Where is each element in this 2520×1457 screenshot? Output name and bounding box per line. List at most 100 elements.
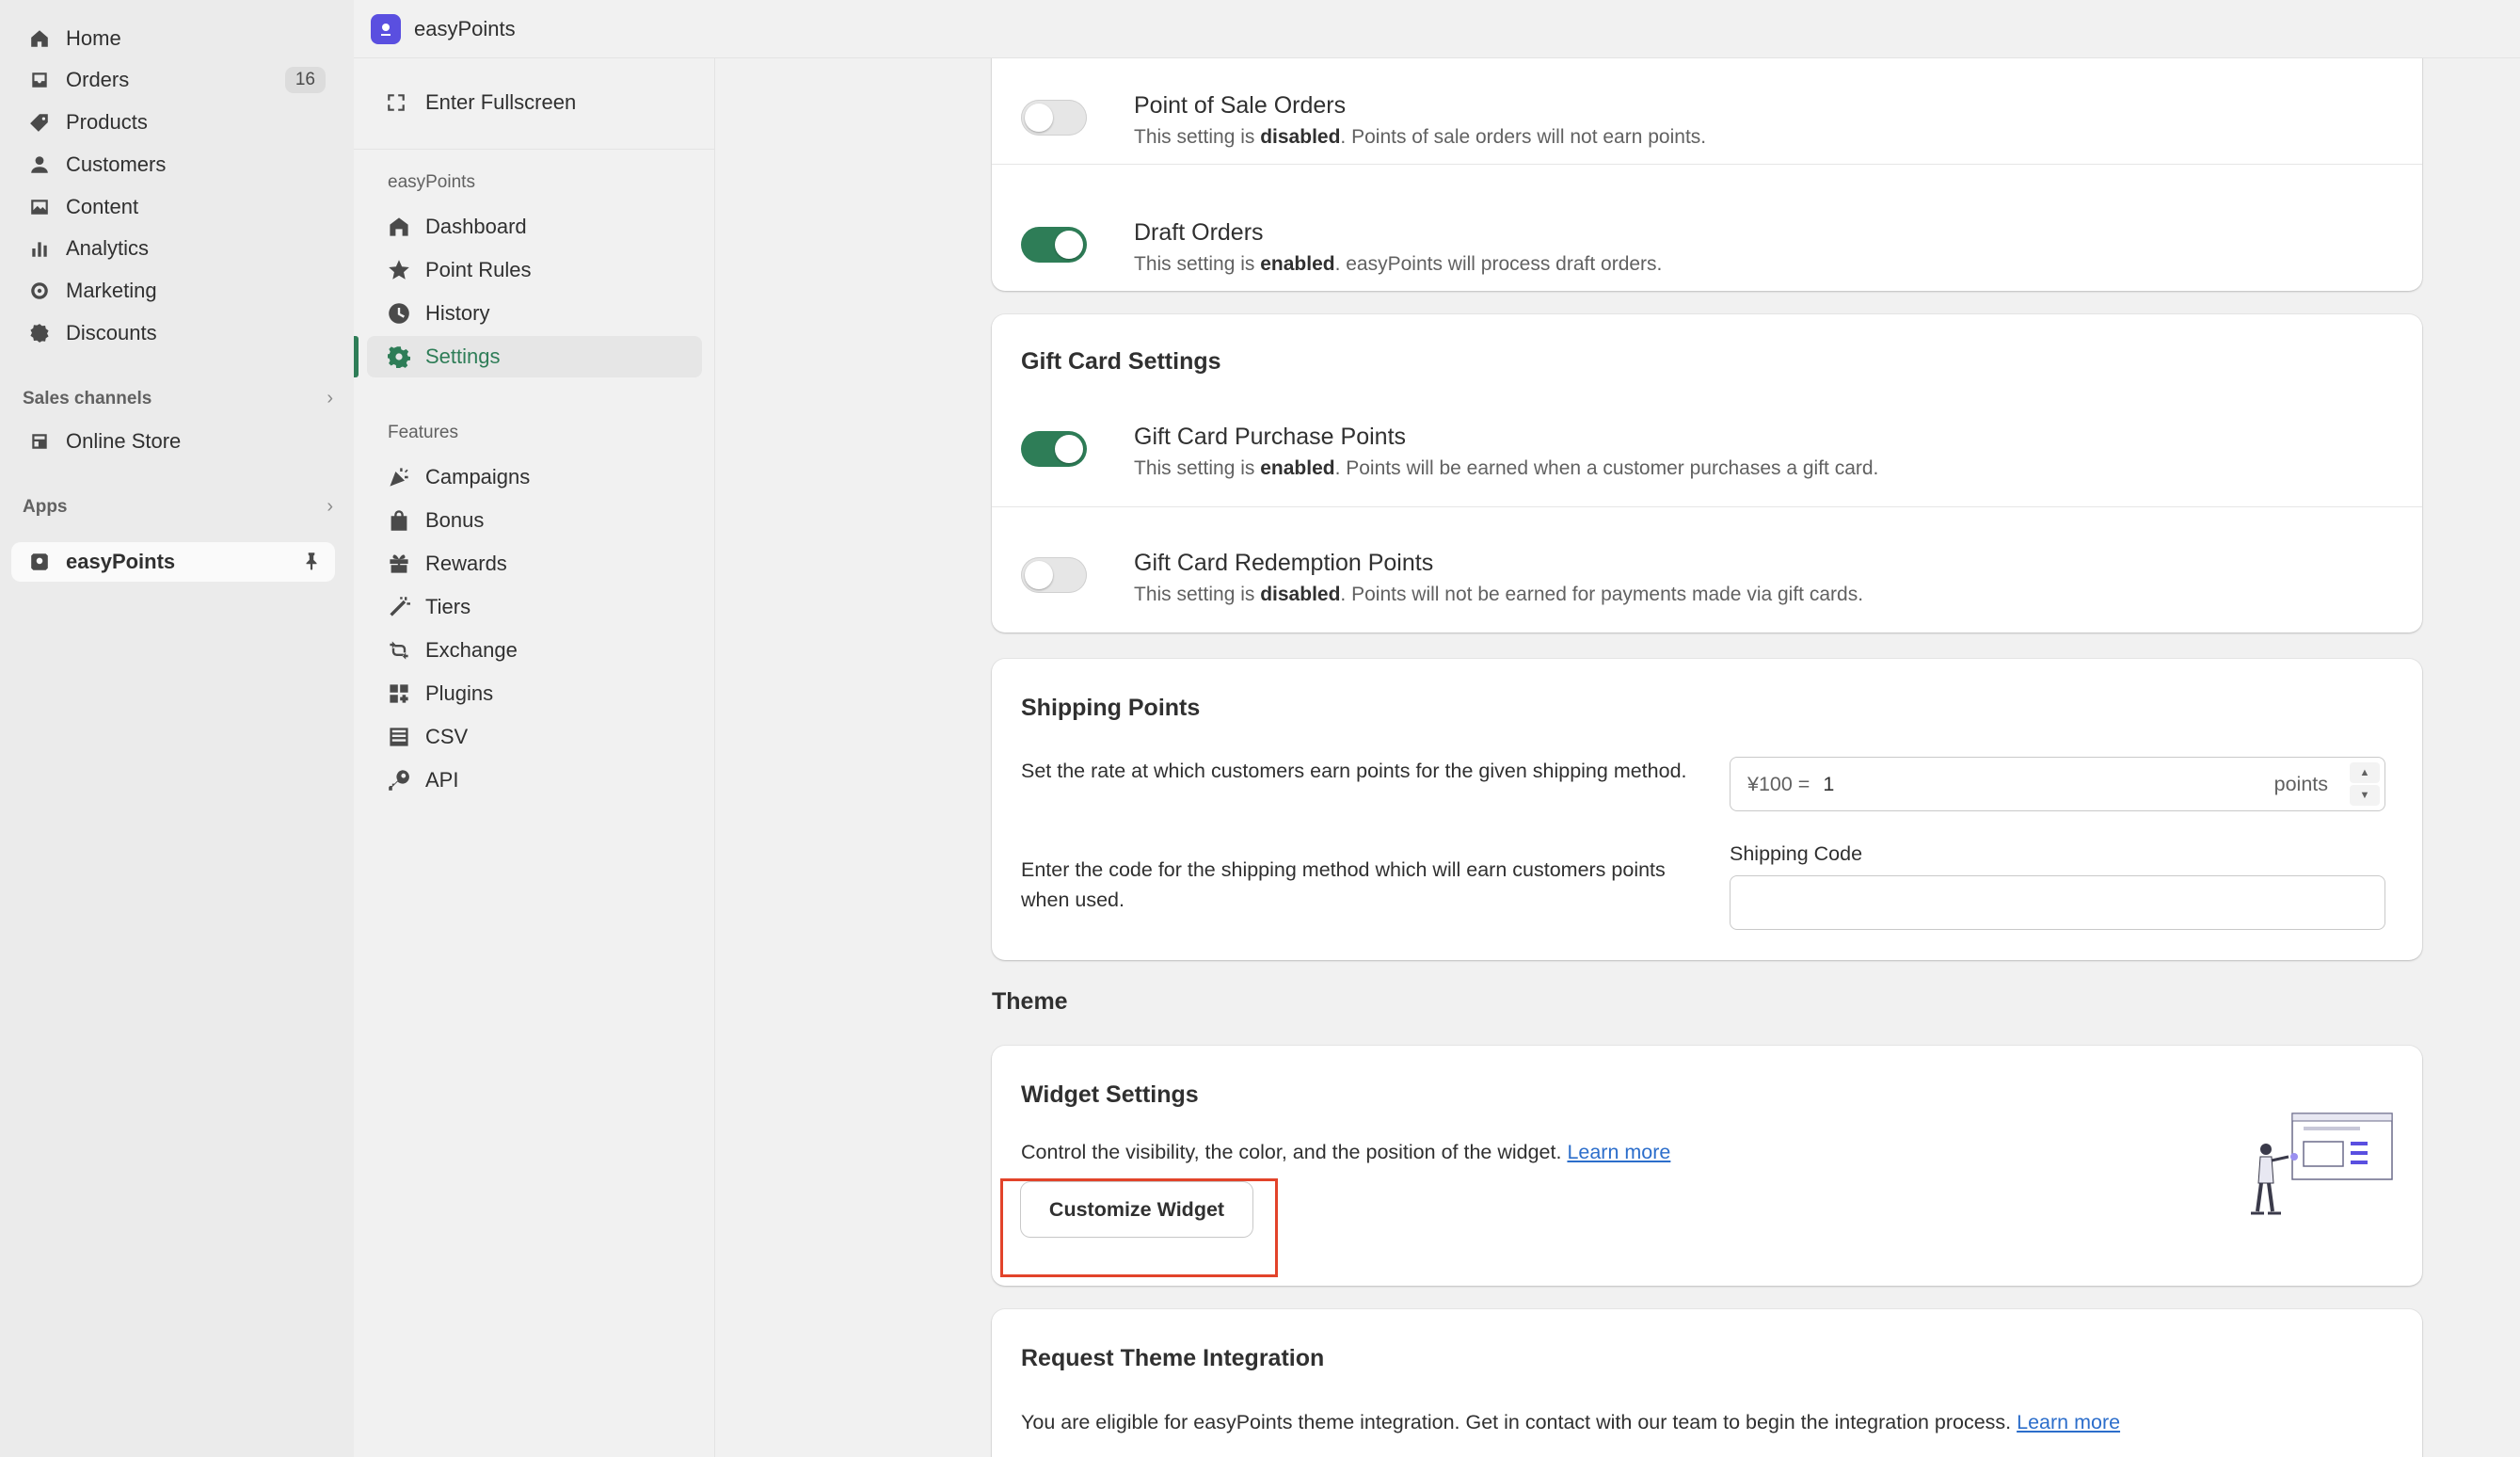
card-title: Request Theme Integration xyxy=(1021,1345,1325,1371)
gift-card-purchase-row: Gift Card Purchase Points This setting i… xyxy=(992,380,2422,507)
card-title: Shipping Points xyxy=(1021,695,1201,721)
nav-item-label: Discounts xyxy=(66,321,157,344)
nav-item-online-store[interactable]: Online Store xyxy=(11,422,335,461)
stepper-down-icon[interactable]: ▼ xyxy=(2350,785,2380,806)
setting-title: Draft Orders xyxy=(1134,219,1264,246)
easypoints-logo-icon xyxy=(371,13,401,44)
app-nav-label: History xyxy=(425,301,490,325)
target-icon xyxy=(26,278,53,304)
widget-learn-more-link[interactable]: Learn more xyxy=(1567,1141,1670,1163)
app-nav-settings[interactable]: Settings xyxy=(367,336,702,377)
shipping-rate-description: Set the rate at which customers earn poi… xyxy=(1021,760,1687,782)
nav-item-products[interactable]: Products xyxy=(11,103,335,142)
gear-icon xyxy=(386,344,412,370)
gift-card-redemption-row: Gift Card Redemption Points This setting… xyxy=(992,507,2422,632)
setting-desc: This setting is enabled. Points will be … xyxy=(1134,457,1879,479)
gift-icon xyxy=(386,551,412,577)
section-label: Sales channels xyxy=(23,388,152,408)
app-nav-history[interactable]: History xyxy=(367,293,702,334)
nav-item-marketing[interactable]: Marketing xyxy=(11,271,335,311)
nav-item-label: Analytics xyxy=(66,236,150,260)
store-icon xyxy=(26,428,53,455)
nav-item-analytics[interactable]: Analytics xyxy=(11,229,335,268)
app-nav-dashboard[interactable]: Dashboard xyxy=(367,206,702,248)
nav-item-customers[interactable]: Customers xyxy=(11,145,335,184)
admin-sidebar: Home Orders 16 Products Customers Conten… xyxy=(0,0,354,1457)
app-nav-label: Campaigns xyxy=(425,465,531,488)
stepper-up-icon[interactable]: ▲ xyxy=(2350,762,2380,783)
gift-card-purchase-toggle[interactable] xyxy=(1021,431,1087,467)
star-icon xyxy=(386,257,412,283)
nav-item-label: Products xyxy=(66,110,148,134)
app-nav-label: Bonus xyxy=(425,508,485,532)
card-title: Gift Card Settings xyxy=(1021,348,1221,375)
nav-item-label: Online Store xyxy=(66,429,182,453)
integration-description: You are eligible for easyPoints theme in… xyxy=(1021,1411,2121,1433)
image-icon xyxy=(26,194,53,220)
pos-orders-row: Point of Sale Orders This setting is dis… xyxy=(992,58,2422,165)
app-nav-label: Tiers xyxy=(425,595,471,618)
magic-wand-icon xyxy=(386,594,412,620)
dashboard-icon xyxy=(386,214,412,240)
pin-icon[interactable] xyxy=(301,551,322,577)
app-nav-exchange[interactable]: Exchange xyxy=(367,630,702,671)
shipping-code-input[interactable] xyxy=(1730,875,2385,930)
pos-orders-toggle[interactable] xyxy=(1021,100,1087,136)
features-label: Features xyxy=(388,423,458,442)
chevron-right-icon: › xyxy=(327,496,333,517)
fullscreen-label: Enter Fullscreen xyxy=(425,90,577,114)
app-nav-api[interactable]: API xyxy=(367,760,702,801)
integration-learn-more-link[interactable]: Learn more xyxy=(2017,1411,2120,1433)
app-nav-campaigns[interactable]: Campaigns xyxy=(367,456,702,498)
rate-suffix: points xyxy=(2273,772,2328,795)
app-title: easyPoints xyxy=(414,16,516,40)
nav-item-discounts[interactable]: Discounts xyxy=(11,313,335,353)
widget-illustration xyxy=(2238,1112,2398,1220)
nav-item-label: Orders xyxy=(66,68,130,91)
nav-item-home[interactable]: Home xyxy=(11,19,335,58)
enter-fullscreen-button[interactable]: Enter Fullscreen xyxy=(386,90,576,115)
setting-title: Point of Sale Orders xyxy=(1134,92,1347,119)
easypoints-app-icon xyxy=(26,549,53,575)
app-nav-tiers[interactable]: Tiers xyxy=(367,586,702,628)
tag-icon xyxy=(26,109,53,136)
app-nav-label: CSV xyxy=(425,725,469,748)
app-nav-label: Exchange xyxy=(425,638,518,662)
nav-item-label: easyPoints xyxy=(66,550,176,573)
nav-item-orders[interactable]: Orders 16 xyxy=(11,60,335,100)
toggle-knob xyxy=(1025,104,1053,132)
draft-orders-toggle[interactable] xyxy=(1021,227,1087,263)
app-nav-point-rules[interactable]: Point Rules xyxy=(367,249,702,291)
app-nav-label: Settings xyxy=(425,344,501,368)
apps-grid-icon xyxy=(386,680,412,707)
clock-icon xyxy=(386,300,412,327)
theme-integration-card: Request Theme Integration You are eligib… xyxy=(992,1309,2422,1457)
apps-section[interactable]: Apps › xyxy=(23,496,333,518)
fullscreen-row: Enter Fullscreen xyxy=(354,58,714,150)
widget-description: Control the visibility, the color, and t… xyxy=(1021,1141,1671,1163)
orders-count-badge: 16 xyxy=(284,67,326,93)
shipping-rate-input[interactable]: ¥100 = 1 points ▲ ▼ xyxy=(1730,757,2385,811)
app-nav-label: API xyxy=(425,768,459,792)
app-nav-rewards[interactable]: Rewards xyxy=(367,543,702,584)
nav-item-content[interactable]: Content xyxy=(11,187,335,227)
app-nav-csv[interactable]: CSV xyxy=(367,716,702,758)
orders-settings-card: Point of Sale Orders This setting is dis… xyxy=(992,58,2422,291)
app-nav-plugins[interactable]: Plugins xyxy=(367,673,702,714)
nav-item-label: Marketing xyxy=(66,279,157,302)
nav-item-label: Content xyxy=(66,195,139,218)
setting-desc: This setting is enabled. easyPoints will… xyxy=(1134,253,1663,275)
key-icon xyxy=(386,767,412,793)
app-nav-label: Plugins xyxy=(425,681,494,705)
app-nav-bonus[interactable]: Bonus xyxy=(367,500,702,541)
nav-item-easypoints[interactable]: easyPoints xyxy=(11,542,335,582)
gift-card-redemption-toggle[interactable] xyxy=(1021,557,1087,593)
customize-widget-button[interactable]: Customize Widget xyxy=(1021,1182,1252,1237)
setting-title: Gift Card Purchase Points xyxy=(1134,424,1407,450)
shipping-code-description: Enter the code for the shipping method w… xyxy=(1021,858,1666,911)
settings-content: Point of Sale Orders This setting is dis… xyxy=(716,58,2520,1457)
shipping-code-label: Shipping Code xyxy=(1730,842,1863,865)
sales-channels-section[interactable]: Sales channels › xyxy=(23,388,333,409)
group-label: easyPoints xyxy=(388,172,475,192)
active-indicator xyxy=(354,336,359,377)
